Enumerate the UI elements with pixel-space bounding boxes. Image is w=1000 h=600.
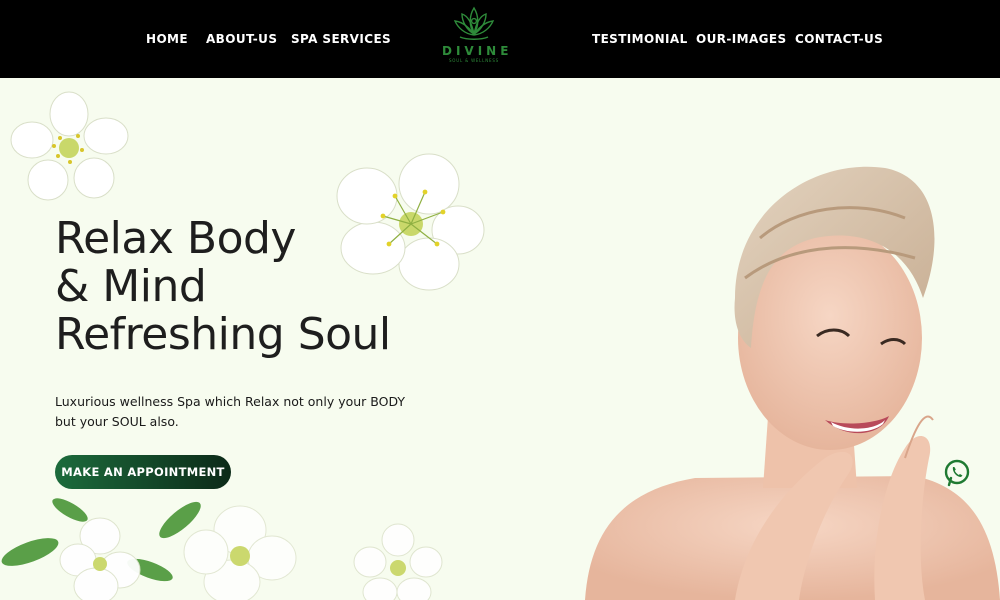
logo-tagline: SOUL & WELLNESS (448, 58, 500, 63)
top-navigation-bar: HOME ABOUT-US SPA SERVICES DIVINE SOUL &… (0, 0, 1000, 78)
make-appointment-button[interactable]: MAKE AN APPOINTMENT (55, 455, 231, 489)
hero-title-line-1: Relax Body (55, 213, 296, 264)
nav-home-link[interactable]: HOME (146, 32, 188, 46)
site-logo[interactable]: DIVINE SOUL & WELLNESS (438, 4, 510, 70)
lotus-icon (453, 6, 495, 40)
nav-contact-us-link[interactable]: CONTACT-US (795, 32, 883, 46)
nav-our-images-link[interactable]: OUR-IMAGES (696, 32, 787, 46)
whatsapp-icon[interactable] (942, 458, 972, 488)
hero-title-line-3: Refreshing Soul (55, 309, 391, 360)
spa-woman-portrait (585, 166, 1000, 600)
nav-about-us-link[interactable]: ABOUT-US (206, 32, 277, 46)
nav-testimonial-link[interactable]: TESTIMONIAL (592, 32, 688, 46)
hero-title-line-2: & Mind (55, 261, 207, 312)
hero-subtitle: Luxurious wellness Spa which Relax not o… (55, 394, 406, 429)
flower-decoration-bottom-left (1, 498, 297, 600)
logo-wordmark: DIVINE (442, 44, 513, 58)
flower-decoration-bottom-center (353, 523, 443, 600)
flower-decoration-top-center (336, 153, 485, 291)
flower-decoration-top-left (10, 91, 129, 201)
hero-section: Relax Body & Mind Refreshing Soul Luxuri… (0, 78, 1000, 600)
nav-spa-services-link[interactable]: SPA SERVICES (291, 32, 391, 46)
